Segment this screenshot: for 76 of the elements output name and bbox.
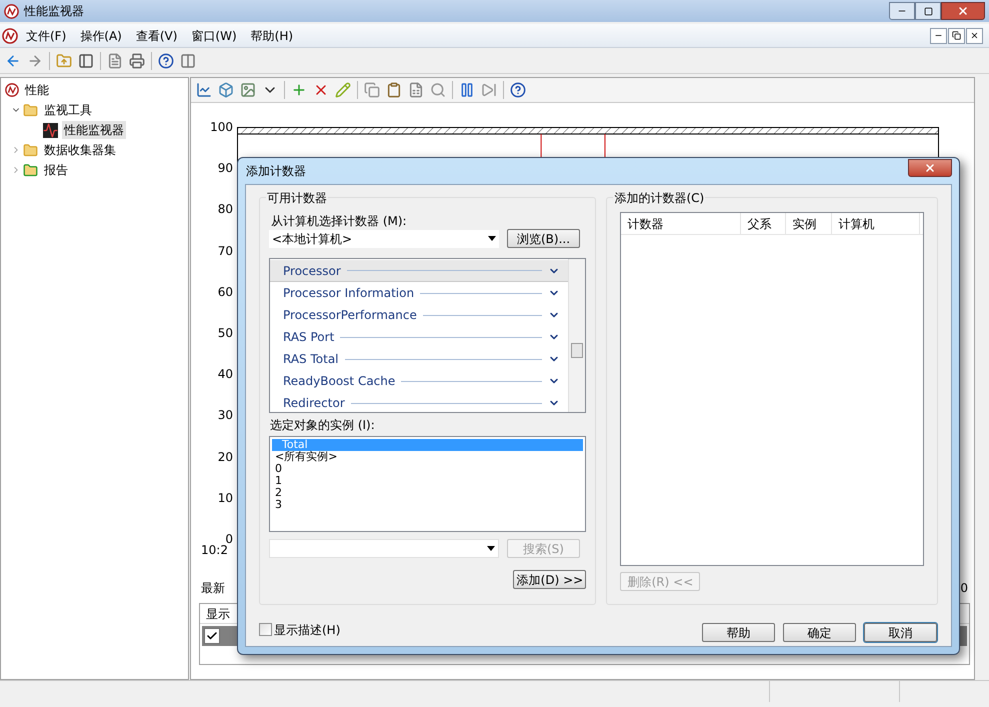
- window-title: 性能监视器: [24, 3, 84, 20]
- column-header[interactable]: 实例: [786, 213, 832, 234]
- show-description-checkbox[interactable]: [259, 623, 272, 636]
- axis-tick-label: 60: [218, 286, 233, 298]
- latest-label: 最新: [201, 580, 225, 597]
- show-checkbox[interactable]: [204, 628, 220, 644]
- column-header: 显示: [205, 606, 231, 623]
- menu-item[interactable]: 查看(V): [136, 26, 178, 44]
- report-folder-icon: [23, 162, 38, 178]
- folder-icon: [23, 142, 38, 158]
- latest-value: 0: [960, 580, 968, 597]
- axis-tick-label: 30: [218, 409, 233, 422]
- menu-item[interactable]: 窗口(W): [191, 26, 237, 44]
- close-icon: [957, 5, 969, 17]
- check-icon: [206, 630, 218, 642]
- tree-item[interactable]: 数据收集器集: [42, 141, 118, 159]
- menu-item[interactable]: 文件(F): [26, 26, 66, 44]
- instance-item[interactable]: 0: [272, 463, 584, 475]
- close-button[interactable]: [941, 2, 985, 20]
- axis-tick-label: 20: [218, 450, 233, 462]
- counter-item[interactable]: ReadyBoost Cache: [270, 370, 568, 392]
- menu-item[interactable]: 帮助(H): [250, 26, 294, 44]
- dialog-button[interactable]: 帮助: [702, 623, 775, 642]
- dialog-title: 添加计数器: [246, 163, 306, 180]
- axis-tick-label: 10: [218, 492, 233, 504]
- instance-item[interactable]: 2: [272, 487, 584, 499]
- column-header[interactable]: 计数器: [621, 213, 742, 234]
- axis-tick-label: 50: [218, 326, 233, 339]
- counter-item[interactable]: Redirector: [270, 392, 568, 412]
- axis-tick-label: 100: [210, 121, 233, 133]
- close-button[interactable]: [966, 28, 983, 44]
- monitor-icon: [43, 122, 58, 138]
- tree-item[interactable]: 监视工具: [42, 101, 94, 119]
- folder-icon: [23, 102, 38, 118]
- checkbox-label: 显示描述(H): [274, 622, 340, 638]
- restore-icon: [952, 31, 961, 40]
- close-icon: [970, 31, 979, 40]
- axis-tick-label: 40: [218, 368, 233, 380]
- scrollbar[interactable]: [568, 259, 586, 412]
- dialog-button[interactable]: 取消: [864, 623, 937, 642]
- restore-button[interactable]: [948, 28, 965, 44]
- counter-item[interactable]: RAS Total: [270, 348, 568, 370]
- counter-item[interactable]: RAS Port: [270, 326, 568, 348]
- column-header[interactable]: 计算机: [832, 213, 920, 234]
- add-button[interactable]: 添加(D) >>: [513, 570, 586, 589]
- axis-tick-label: 80: [218, 203, 233, 216]
- axis-tick-label: 90: [218, 162, 233, 174]
- axis-tick-label: 70: [218, 244, 233, 257]
- field-label: 从计算机选择计数器 (M):: [271, 214, 408, 228]
- dialog-button[interactable]: 确定: [783, 623, 856, 642]
- instance-item[interactable]: <所有实例>: [272, 451, 584, 463]
- time-axis-label: 10:2: [201, 543, 228, 559]
- instance-item[interactable]: 3: [272, 499, 584, 511]
- maximize-icon: [924, 6, 932, 16]
- menu-item[interactable]: 操作(A): [80, 26, 122, 44]
- instance-item[interactable]: 1: [272, 475, 584, 487]
- group-title: 添加的计数器(C): [613, 189, 706, 207]
- axis-tick-label: 0: [225, 532, 233, 545]
- maximize-button[interactable]: [915, 2, 941, 20]
- close-icon: [924, 162, 936, 174]
- minimize-button[interactable]: [930, 28, 947, 44]
- counter-item[interactable]: Processor Information: [270, 282, 568, 304]
- group-title: 可用计数器: [266, 189, 328, 207]
- column-header[interactable]: 父系: [741, 213, 786, 234]
- field-label: 选定对象的实例 (I):: [270, 418, 376, 432]
- counter-item[interactable]: ProcessorPerformance: [270, 304, 568, 326]
- browse-button[interactable]: 浏览(B)...: [507, 229, 580, 248]
- tree-item[interactable]: 性能: [23, 81, 51, 99]
- tree-item[interactable]: 性能监视器: [62, 121, 126, 139]
- counter-item[interactable]: Processor: [270, 260, 568, 282]
- app-logo-icon: [4, 4, 19, 18]
- computer-dropdown[interactable]: <本地计算机>: [269, 230, 499, 248]
- app-logo-icon: [2, 28, 18, 44]
- tree-item[interactable]: 报告: [42, 161, 70, 179]
- close-button[interactable]: [908, 159, 952, 177]
- app-logo-icon: [5, 83, 19, 97]
